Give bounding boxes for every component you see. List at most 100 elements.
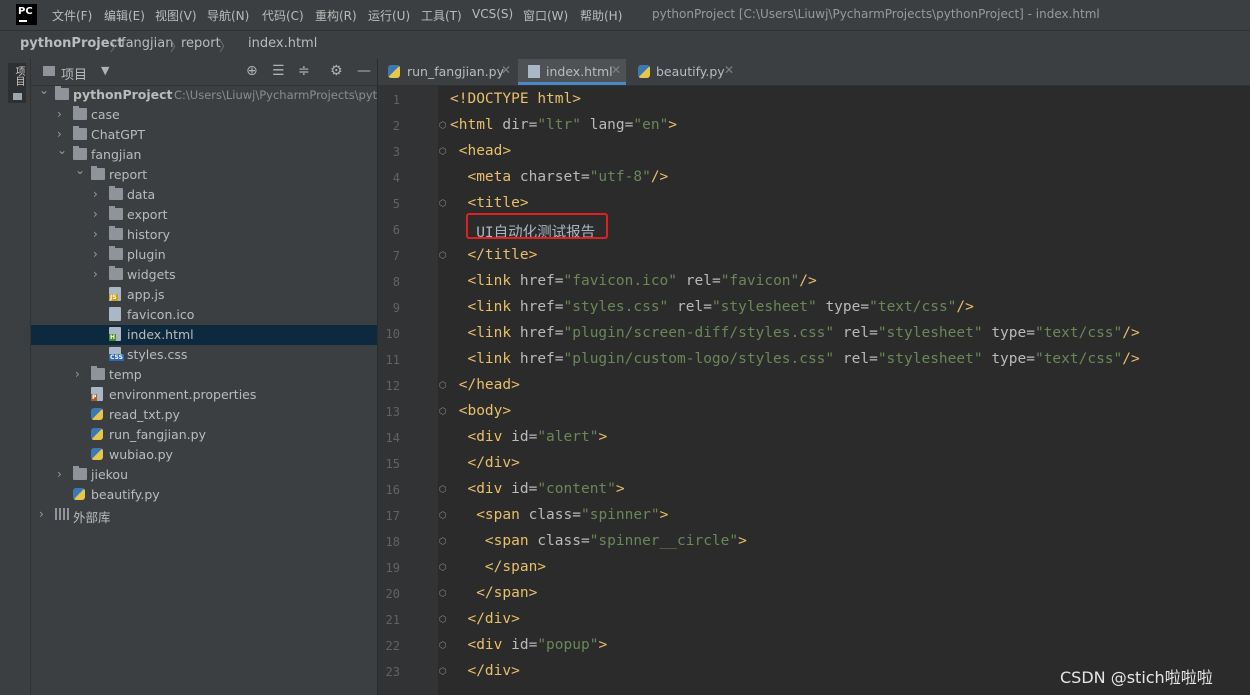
- folder-icon: [73, 106, 87, 120]
- code-line: <!DOCTYPE html>: [450, 91, 581, 107]
- line-number: 11: [385, 353, 400, 367]
- fold-marker-icon[interactable]: ⬡: [439, 147, 447, 157]
- menu-item[interactable]: 运行(U): [368, 7, 410, 24]
- line-number: 21: [385, 613, 400, 627]
- breadcrumb-fangjian[interactable]: fangjian: [121, 36, 173, 51]
- tree-item[interactable]: › history: [31, 225, 377, 245]
- code-line: <head>: [458, 143, 512, 159]
- code-line: <meta charset="utf-8"/>: [467, 169, 669, 185]
- tree-item[interactable]: › export: [31, 205, 377, 225]
- tree-item[interactable]: read_txt.py: [31, 405, 377, 425]
- minimize-icon[interactable]: —: [357, 63, 371, 79]
- python-file-icon: [91, 408, 103, 420]
- chevron-right-icon[interactable]: ›: [57, 107, 62, 121]
- tab-run-fangjian[interactable]: run_fangjian.py ✕: [378, 59, 516, 85]
- chevron-right-icon[interactable]: ›: [57, 467, 62, 481]
- tree-item-label: wubiao.py: [109, 447, 173, 462]
- folder-icon: [109, 266, 123, 280]
- fold-marker-icon[interactable]: ⬡: [439, 485, 447, 495]
- close-icon[interactable]: ✕: [724, 63, 734, 77]
- menu-item[interactable]: 视图(V): [155, 7, 197, 24]
- fold-marker-icon[interactable]: ⬡: [439, 667, 447, 677]
- tree-item[interactable]: › plugin: [31, 245, 377, 265]
- close-icon[interactable]: ✕: [501, 63, 511, 77]
- tree-item[interactable]: › widgets: [31, 265, 377, 285]
- fold-marker-icon[interactable]: ⬡: [439, 121, 447, 131]
- project-tool-tab[interactable]: 项目: [8, 63, 26, 103]
- menu-item[interactable]: 工具(T): [421, 7, 462, 24]
- chevron-down-icon[interactable]: ⌄: [75, 163, 85, 177]
- tree-item-label: ChatGPT: [91, 127, 146, 142]
- fold-marker-icon[interactable]: ⬡: [439, 251, 447, 261]
- gear-icon[interactable]: ⚙: [330, 63, 343, 79]
- tree-item[interactable]: Hindex.html: [31, 325, 377, 345]
- tree-item[interactable]: wubiao.py: [31, 445, 377, 465]
- menu-item[interactable]: 文件(F): [52, 7, 92, 24]
- tab-beautify[interactable]: beautify.py ✕: [628, 59, 738, 85]
- code-line: </span>: [476, 585, 538, 601]
- menu-item[interactable]: 代码(C): [262, 7, 304, 24]
- menu-item[interactable]: 导航(N): [207, 7, 249, 24]
- code-line: </head>: [458, 377, 520, 393]
- tree-item-label: export: [127, 207, 168, 222]
- chevron-right-icon[interactable]: ›: [39, 507, 44, 521]
- fold-marker-icon[interactable]: ⬡: [439, 381, 447, 391]
- fold-marker-icon[interactable]: ⬡: [439, 511, 447, 521]
- menu-item[interactable]: 帮助(H): [580, 7, 622, 24]
- menu-item[interactable]: 重构(R): [315, 7, 357, 24]
- tree-item[interactable]: beautify.py: [31, 485, 377, 505]
- tree-item[interactable]: run_fangjian.py: [31, 425, 377, 445]
- chevron-down-icon[interactable]: ▼: [101, 64, 109, 77]
- tree-item[interactable]: › 外部库: [31, 505, 377, 525]
- tree-item[interactable]: › temp: [31, 365, 377, 385]
- chevron-right-icon[interactable]: ›: [93, 227, 98, 241]
- breadcrumb-report[interactable]: report: [181, 36, 221, 51]
- line-number: 17: [385, 509, 400, 523]
- chevron-right-icon[interactable]: ›: [75, 367, 80, 381]
- chevron-right-icon[interactable]: ›: [93, 187, 98, 201]
- tree-item[interactable]: ⌄ fangjian: [31, 143, 377, 165]
- tree-item[interactable]: Penvironment.properties: [31, 385, 377, 405]
- tree-item-label: pythonProject: [73, 87, 173, 102]
- collapse-all-icon[interactable]: ☰: [272, 63, 285, 79]
- crosshair-icon[interactable]: ⊕: [246, 63, 258, 79]
- tree-item[interactable]: › case: [31, 105, 377, 125]
- menu-item[interactable]: 编辑(E): [104, 7, 145, 24]
- python-file-icon: [638, 65, 650, 78]
- fold-marker-icon[interactable]: ⬡: [439, 563, 447, 573]
- fold-marker-icon[interactable]: ⬡: [439, 641, 447, 651]
- fold-marker-icon[interactable]: ⬡: [439, 407, 447, 417]
- tree-item[interactable]: ⌄ report: [31, 163, 377, 185]
- fold-marker-icon[interactable]: ⬡: [439, 199, 447, 209]
- chevron-right-icon[interactable]: ›: [93, 247, 98, 261]
- code-editor[interactable]: 1 2 3 4 5 6 7 8 9 10 11 12 13 14 15 16 17 18 19 20 21 22 23 <!…: [378, 86, 1250, 695]
- fold-marker-icon[interactable]: ⬡: [439, 589, 447, 599]
- chevron-right-icon[interactable]: ›: [93, 267, 98, 281]
- breadcrumb-file[interactable]: index.html: [248, 36, 317, 51]
- chevron-right-icon[interactable]: ›: [93, 207, 98, 221]
- chevron-right-icon[interactable]: ›: [57, 127, 62, 141]
- tree-item[interactable]: › jiekou: [31, 465, 377, 485]
- breadcrumb-project[interactable]: pythonProject: [20, 36, 124, 51]
- tree-item[interactable]: › data: [31, 185, 377, 205]
- tree-item[interactable]: › ChatGPT: [31, 125, 377, 145]
- fold-marker-icon[interactable]: ⬡: [439, 615, 447, 625]
- expand-all-icon[interactable]: ≑: [298, 63, 310, 79]
- project-panel-title[interactable]: 项目: [61, 64, 87, 83]
- tree-item-label: index.html: [127, 327, 194, 342]
- close-icon[interactable]: ✕: [611, 63, 621, 77]
- tab-index-html[interactable]: index.html ✕: [518, 59, 626, 85]
- tree-item-label: 外部库: [73, 510, 111, 525]
- tree-item[interactable]: JS app.js: [31, 285, 377, 305]
- chevron-down-icon[interactable]: ⌄: [39, 83, 49, 97]
- tree-item-label: read_txt.py: [109, 407, 180, 422]
- tree-item-label: temp: [109, 367, 142, 382]
- menu-item[interactable]: VCS(S): [472, 7, 513, 21]
- code-line: <body>: [458, 403, 512, 419]
- fold-marker-icon[interactable]: ⬡: [439, 537, 447, 547]
- tree-item[interactable]: favicon.ico: [31, 305, 377, 325]
- tree-item[interactable]: CSS styles.css: [31, 345, 377, 365]
- tree-item[interactable]: ⌄ pythonProject C:\Users\Liuwj\PycharmProj…: [31, 83, 384, 105]
- menu-item[interactable]: 窗口(W): [523, 7, 568, 24]
- chevron-down-icon[interactable]: ⌄: [57, 143, 67, 157]
